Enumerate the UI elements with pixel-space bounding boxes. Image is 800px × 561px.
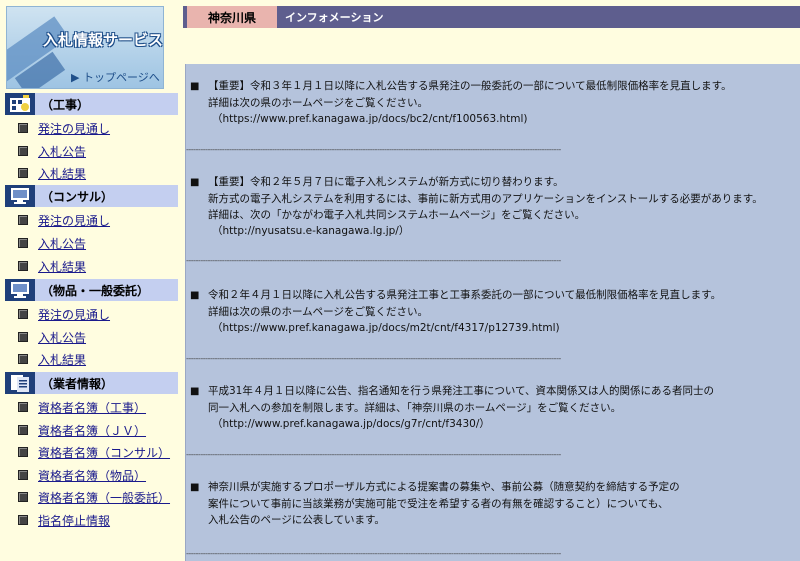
category-label: （コンサル） bbox=[41, 189, 114, 204]
nav-link[interactable]: 資格者名簿（工事） bbox=[38, 399, 146, 416]
nav-link[interactable]: 資格者名簿（コンサル） bbox=[38, 444, 170, 461]
square-bullet-icon bbox=[18, 425, 28, 435]
square-bullet-icon bbox=[18, 146, 28, 156]
construction-icon bbox=[5, 93, 35, 115]
nav-roster-consultant[interactable]: 資格者名簿（コンサル） bbox=[18, 444, 170, 460]
square-mark-icon: ■ bbox=[190, 482, 200, 493]
nav-link[interactable]: 資格者名簿（一般委託） bbox=[38, 489, 170, 506]
nav-link[interactable]: 入札結果 bbox=[38, 165, 86, 182]
dashed-separator: ----------------------------------------… bbox=[186, 257, 561, 265]
notice-url: （http://nyusatsu.e-kanagawa.lg.jp/） bbox=[212, 225, 410, 237]
monitor-icon bbox=[5, 185, 35, 207]
notice-line: 神奈川県が実施するプロポーザル方式による提案書の募集や、事前公募（随意契約を締結… bbox=[208, 481, 680, 493]
square-bullet-icon bbox=[18, 238, 28, 248]
dashed-separator: ----------------------------------------… bbox=[186, 451, 561, 459]
square-bullet-icon bbox=[18, 354, 28, 364]
notice-line: 同一入札への参加を制限します。詳細は、「神奈川県のホームページ」をご覧ください。 bbox=[208, 402, 622, 414]
nav-consultant-outlook[interactable]: 発注の見通し bbox=[18, 212, 110, 228]
notice-item: ■ 神奈川県が実施するプロポーザル方式による提案書の募集や、事前公募（随意契約を締… bbox=[190, 479, 795, 528]
square-bullet-icon bbox=[18, 470, 28, 480]
nav-link[interactable]: 入札公告 bbox=[38, 235, 86, 252]
nav-suspension-info[interactable]: 指名停止情報 bbox=[18, 512, 110, 528]
nav-construction-notice[interactable]: 入札公告 bbox=[18, 143, 86, 159]
square-bullet-icon bbox=[18, 332, 28, 342]
square-bullet-icon bbox=[18, 402, 28, 412]
monitor-icon bbox=[5, 279, 35, 301]
nav-goods-results[interactable]: 入札結果 bbox=[18, 351, 86, 367]
notice-line: 【重要】令和３年１月１日以降に入札公告する県発注の一般委託の一部について最低制限… bbox=[208, 80, 732, 92]
category-label: （物品・一般委託） bbox=[41, 283, 150, 298]
nav-consultant-notice[interactable]: 入札公告 bbox=[18, 235, 86, 251]
nav-goods-notice[interactable]: 入札公告 bbox=[18, 329, 86, 345]
nav-link[interactable]: 発注の見通し bbox=[38, 306, 110, 323]
nav-link[interactable]: 指名停止情報 bbox=[38, 512, 110, 529]
nav-roster-general[interactable]: 資格者名簿（一般委託） bbox=[18, 489, 170, 505]
square-bullet-icon bbox=[18, 261, 28, 271]
documents-icon bbox=[5, 372, 35, 394]
notice-line: 入札公告のページに公表しています。 bbox=[208, 514, 385, 526]
category-label: （業者情報） bbox=[41, 376, 114, 391]
nav-roster-goods[interactable]: 資格者名簿（物品） bbox=[18, 467, 146, 483]
nav-construction-outlook[interactable]: 発注の見通し bbox=[18, 120, 110, 136]
bid-info-service-logo[interactable]: 入札情報サービス ▶ トップページへ bbox=[6, 6, 164, 89]
square-mark-icon: ■ bbox=[190, 81, 200, 92]
square-mark-icon: ■ bbox=[190, 290, 200, 301]
notice-url: （https://www.pref.kanagawa.jp/docs/bc2/c… bbox=[212, 113, 528, 125]
square-bullet-icon bbox=[18, 215, 28, 225]
notice-item: ■ 【重要】令和２年５月７日に電子入札システムが新方式に切り替わります。 新方式の… bbox=[190, 174, 795, 239]
prefecture-tab: 神奈川県 bbox=[187, 6, 277, 28]
notice-line: 【重要】令和２年５月７日に電子入札システムが新方式に切り替わります。 bbox=[208, 176, 564, 188]
square-mark-icon: ■ bbox=[190, 386, 200, 397]
notice-item: ■ 平成31年４月１日以降に公告、指名通知を行う県発注工事について、資本関係又は人… bbox=[190, 383, 795, 432]
nav-link[interactable]: 資格者名簿（ＪＶ） bbox=[38, 422, 146, 439]
information-panel: ■ 【重要】令和３年１月１日以降に入札公告する県発注の一般委託の一部について最低制… bbox=[185, 64, 800, 561]
notice-url: （http://www.pref.kanagawa.jp/docs/g7r/cn… bbox=[212, 418, 490, 430]
square-bullet-icon bbox=[18, 168, 28, 178]
square-bullet-icon bbox=[18, 447, 28, 457]
dashed-separator: ----------------------------------------… bbox=[186, 146, 561, 154]
logo-title: 入札情報サービス bbox=[43, 31, 164, 49]
page-title: インフォメーション bbox=[285, 11, 384, 24]
notice-line: 平成31年４月１日以降に公告、指名通知を行う県発注工事について、資本関係又は人的… bbox=[208, 385, 715, 397]
nav-link[interactable]: 資格者名簿（物品） bbox=[38, 467, 146, 484]
dashed-separator: ----------------------------------------… bbox=[186, 550, 561, 558]
square-bullet-icon bbox=[18, 123, 28, 133]
category-contractor-info: （業者情報） bbox=[5, 372, 178, 394]
nav-link[interactable]: 発注の見通し bbox=[38, 120, 110, 137]
dashed-separator: ----------------------------------------… bbox=[186, 355, 561, 363]
nav-link[interactable]: 入札公告 bbox=[38, 143, 86, 160]
notice-line: 詳細は、次の「かながわ電子入札共同システムホームページ」をご覧ください。 bbox=[208, 209, 586, 221]
top-page-link[interactable]: ▶ トップページへ bbox=[71, 69, 160, 85]
notice-line: 詳細は次の県のホームページをご覧ください。 bbox=[208, 97, 428, 109]
sidebar: 入札情報サービス ▶ トップページへ （工事） 発注の見通し 入札公告 入札結果 bbox=[0, 0, 183, 561]
title-bar: 神奈川県 インフォメーション bbox=[183, 6, 800, 28]
category-goods-general: （物品・一般委託） bbox=[5, 279, 178, 301]
nav-construction-results[interactable]: 入札結果 bbox=[18, 165, 86, 181]
notice-item: ■ 【重要】令和３年１月１日以降に入札公告する県発注の一般委託の一部について最低制… bbox=[190, 78, 795, 127]
nav-roster-construction[interactable]: 資格者名簿（工事） bbox=[18, 399, 146, 415]
category-label: （工事） bbox=[41, 97, 90, 112]
nav-link[interactable]: 入札結果 bbox=[38, 351, 86, 368]
nav-goods-outlook[interactable]: 発注の見通し bbox=[18, 306, 110, 322]
notice-line: 新方式の電子入札システムを利用するには、事前に新方式用のアプリケーションをインス… bbox=[208, 193, 763, 205]
square-bullet-icon bbox=[18, 309, 28, 319]
nav-link[interactable]: 発注の見通し bbox=[38, 212, 110, 229]
nav-link[interactable]: 入札公告 bbox=[38, 329, 86, 346]
square-bullet-icon bbox=[18, 492, 28, 502]
notice-line: 令和２年４月１日以降に入札公告する県発注工事と工事系委託の一部について最低制限価… bbox=[208, 289, 722, 301]
nav-consultant-results[interactable]: 入札結果 bbox=[18, 258, 86, 274]
category-consultant: （コンサル） bbox=[5, 185, 178, 207]
notice-url: （https://www.pref.kanagawa.jp/docs/m2t/c… bbox=[212, 322, 560, 334]
square-bullet-icon bbox=[18, 515, 28, 525]
square-mark-icon: ■ bbox=[190, 177, 200, 188]
notice-item: ■ 令和２年４月１日以降に入札公告する県発注工事と工事系委託の一部について最低制限… bbox=[190, 287, 795, 336]
category-construction: （工事） bbox=[5, 93, 178, 115]
nav-roster-jv[interactable]: 資格者名簿（ＪＶ） bbox=[18, 422, 146, 438]
notice-line: 案件について事前に当該業務が実施可能で受注を希望する者の有無を確認すること）につ… bbox=[208, 498, 669, 510]
nav-link[interactable]: 入札結果 bbox=[38, 258, 86, 275]
notice-line: 詳細は次の県のホームページをご覧ください。 bbox=[208, 306, 428, 318]
